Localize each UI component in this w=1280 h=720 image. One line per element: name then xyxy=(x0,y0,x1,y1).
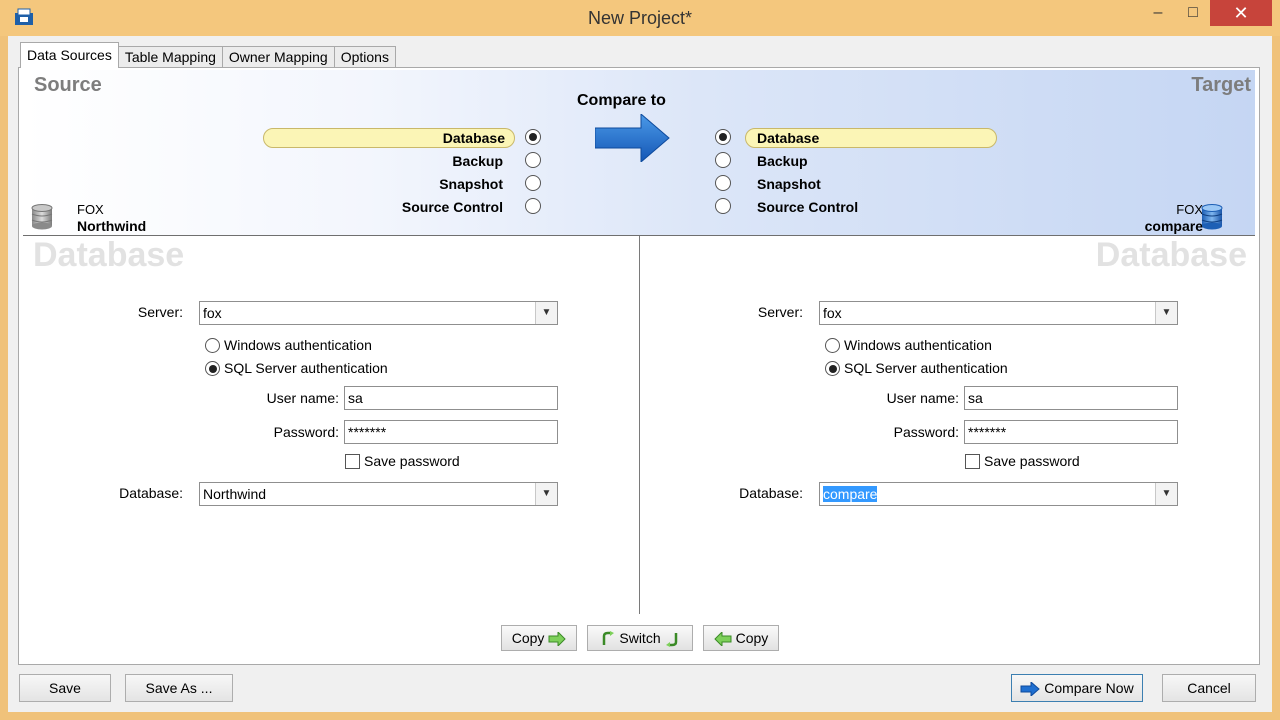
source-windows-auth-option[interactable]: Windows authentication xyxy=(205,336,372,354)
source-target-header: Source Target Database Backup Snapshot S… xyxy=(23,70,1255,236)
source-control-radio[interactable] xyxy=(525,198,541,214)
save-as-button[interactable]: Save As ... xyxy=(125,674,233,702)
source-watermark: Database xyxy=(33,236,185,274)
source-password-label: Password: xyxy=(273,424,339,440)
target-database-combo[interactable]: compare ▼ xyxy=(819,482,1178,506)
source-label: Source xyxy=(34,74,102,96)
source-windows-auth-radio[interactable] xyxy=(205,337,220,353)
target-database-radio[interactable] xyxy=(715,129,731,145)
source-server-value: fox xyxy=(203,305,222,321)
source-username-label: User name: xyxy=(266,390,339,406)
source-option-backup[interactable]: Backup xyxy=(263,151,543,171)
copy-to-source-button[interactable]: Copy xyxy=(703,625,779,651)
source-server-name: FOX xyxy=(77,202,104,217)
maximize-button[interactable]: □ xyxy=(1176,0,1210,26)
target-server-name: FOX xyxy=(1176,202,1203,217)
tab-data-sources[interactable]: Data Sources xyxy=(20,42,119,68)
arrow-right-icon xyxy=(595,114,670,162)
source-save-password-checkbox[interactable] xyxy=(345,453,360,469)
blue-arrow-right-icon xyxy=(1020,682,1041,697)
target-sql-auth-option[interactable]: SQL Server authentication xyxy=(825,359,1008,377)
copy-to-target-button[interactable]: Copy xyxy=(501,625,577,651)
source-database-label: Database: xyxy=(119,485,183,501)
target-password-input[interactable]: ******* xyxy=(964,420,1178,444)
target-option-source-control[interactable]: Source Control xyxy=(757,197,987,217)
chevron-down-icon[interactable]: ▼ xyxy=(1155,483,1177,505)
save-button[interactable]: Save xyxy=(19,674,111,702)
target-watermark: Database xyxy=(1095,236,1247,274)
minimize-button[interactable]: – xyxy=(1140,0,1176,26)
switch-arrow-icon xyxy=(665,633,677,648)
source-database-radio[interactable] xyxy=(525,129,541,145)
target-windows-auth-option[interactable]: Windows authentication xyxy=(825,336,992,354)
cancel-button[interactable]: Cancel xyxy=(1162,674,1256,702)
target-sql-auth-radio[interactable] xyxy=(825,360,840,376)
chevron-down-icon[interactable]: ▼ xyxy=(535,483,557,505)
target-option-database[interactable]: Database xyxy=(757,128,987,148)
source-sql-auth-option[interactable]: SQL Server authentication xyxy=(205,359,388,377)
source-server-combo[interactable]: fox ▼ xyxy=(199,301,558,325)
source-snapshot-radio[interactable] xyxy=(525,175,541,191)
source-database-value: Northwind xyxy=(203,486,267,502)
target-control-radio[interactable] xyxy=(715,198,731,214)
target-password-label: Password: xyxy=(893,424,959,440)
target-username-label: User name: xyxy=(886,390,959,406)
title-bar: New Project* – □ ✕ xyxy=(0,0,1280,36)
tab-owner-mapping[interactable]: Owner Mapping xyxy=(221,46,335,68)
compare-now-button[interactable]: Compare Now xyxy=(1011,674,1143,702)
source-database-name: Northwind xyxy=(77,218,147,234)
chevron-down-icon[interactable]: ▼ xyxy=(535,302,557,324)
source-option-source-control[interactable]: Source Control xyxy=(263,197,543,217)
tab-strip: Data Sources Table Mapping Owner Mapping… xyxy=(20,42,396,68)
source-option-snapshot[interactable]: Snapshot xyxy=(263,174,543,194)
target-server-value: fox xyxy=(823,305,842,321)
target-windows-auth-radio[interactable] xyxy=(825,337,840,353)
switch-button[interactable]: Switch xyxy=(587,625,693,651)
target-database-value: compare xyxy=(823,486,878,502)
target-server-label: Server: xyxy=(757,304,803,320)
compare-to-label: Compare to xyxy=(577,92,666,109)
target-option-snapshot[interactable]: Snapshot xyxy=(757,174,987,194)
window-title: New Project* xyxy=(587,8,693,28)
source-server-label: Server: xyxy=(137,304,183,320)
column-divider xyxy=(639,236,640,614)
close-button[interactable]: ✕ xyxy=(1210,0,1272,26)
target-database-name: compare xyxy=(1144,218,1203,234)
source-backup-radio[interactable] xyxy=(525,152,541,168)
source-option-database[interactable]: Database xyxy=(263,128,505,148)
target-database-label: Database: xyxy=(739,485,803,501)
target-save-password-checkbox[interactable] xyxy=(965,453,980,469)
target-save-password-option[interactable]: Save password xyxy=(965,452,1080,470)
source-sql-auth-radio[interactable] xyxy=(205,360,220,376)
chevron-down-icon[interactable]: ▼ xyxy=(1155,302,1177,324)
target-server-combo[interactable]: fox ▼ xyxy=(819,301,1178,325)
target-database-icon xyxy=(1201,204,1223,230)
source-database-combo[interactable]: Northwind ▼ xyxy=(199,482,558,506)
source-database-icon xyxy=(31,204,53,230)
data-sources-panel: Source Target Database Backup Snapshot S… xyxy=(18,67,1260,665)
source-password-input[interactable]: ******* xyxy=(344,420,558,444)
target-snapshot-radio[interactable] xyxy=(715,175,731,191)
target-username-input[interactable]: sa xyxy=(964,386,1178,410)
green-arrow-left-icon xyxy=(713,632,732,647)
tab-table-mapping[interactable]: Table Mapping xyxy=(117,46,223,68)
target-option-backup[interactable]: Backup xyxy=(757,151,987,171)
source-save-password-option[interactable]: Save password xyxy=(345,452,460,470)
green-arrow-right-icon xyxy=(548,632,566,647)
target-backup-radio[interactable] xyxy=(715,152,731,168)
switch-arrow-icon xyxy=(603,631,615,646)
source-username-input[interactable]: sa xyxy=(344,386,558,410)
dialog-frame: Data Sources Table Mapping Owner Mapping… xyxy=(8,36,1272,712)
target-label: Target xyxy=(1191,74,1251,96)
tab-options[interactable]: Options xyxy=(333,46,396,68)
